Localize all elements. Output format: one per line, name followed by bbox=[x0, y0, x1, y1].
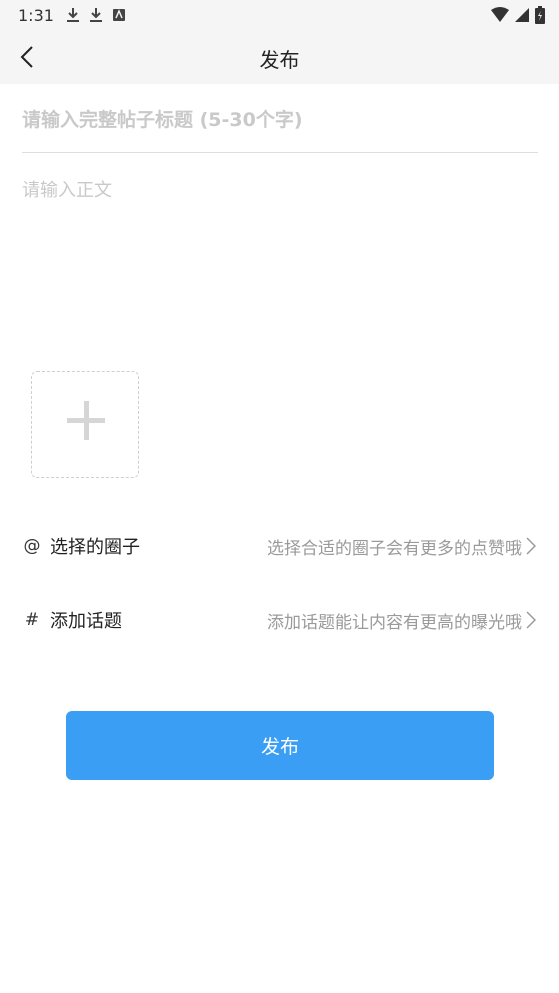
select-circle-label: 选择的圈子 bbox=[50, 537, 140, 558]
page-title: 发布 bbox=[259, 48, 300, 72]
wifi-icon bbox=[491, 7, 509, 22]
select-circle-hint: 选择合适的圈子会有更多的点赞哦 bbox=[267, 538, 522, 559]
select-circle-row[interactable]: @ 选择的圈子 选择合适的圈子会有更多的点赞哦 bbox=[22, 524, 538, 568]
chevron-right-icon bbox=[524, 610, 538, 630]
status-time: 1:31 bbox=[18, 6, 54, 25]
system-icons bbox=[491, 6, 545, 24]
add-topic-label: 添加话题 bbox=[50, 611, 122, 632]
download-icon bbox=[67, 8, 79, 22]
status-bar: 1:31 bbox=[0, 0, 559, 30]
notification-icons bbox=[66, 7, 126, 23]
add-topic-hint: 添加话题能让内容有更高的曝光哦 bbox=[267, 612, 522, 633]
at-icon: @ bbox=[23, 536, 41, 556]
add-image-button[interactable] bbox=[31, 371, 139, 478]
signal-icon bbox=[515, 8, 529, 22]
divider bbox=[22, 152, 538, 153]
post-title-input[interactable] bbox=[22, 100, 538, 140]
download-icon bbox=[90, 8, 102, 22]
battery-icon bbox=[535, 6, 545, 24]
app-notification-icon bbox=[113, 9, 125, 21]
chevron-right-icon bbox=[524, 536, 538, 556]
publish-button[interactable]: 发布 bbox=[66, 711, 494, 780]
post-body-input[interactable] bbox=[22, 176, 538, 356]
plus-icon bbox=[83, 401, 89, 440]
hash-icon: # bbox=[24, 610, 40, 630]
add-topic-row[interactable]: # 添加话题 添加话题能让内容有更高的曝光哦 bbox=[22, 598, 538, 642]
nav-bar: 发布 bbox=[0, 30, 559, 84]
